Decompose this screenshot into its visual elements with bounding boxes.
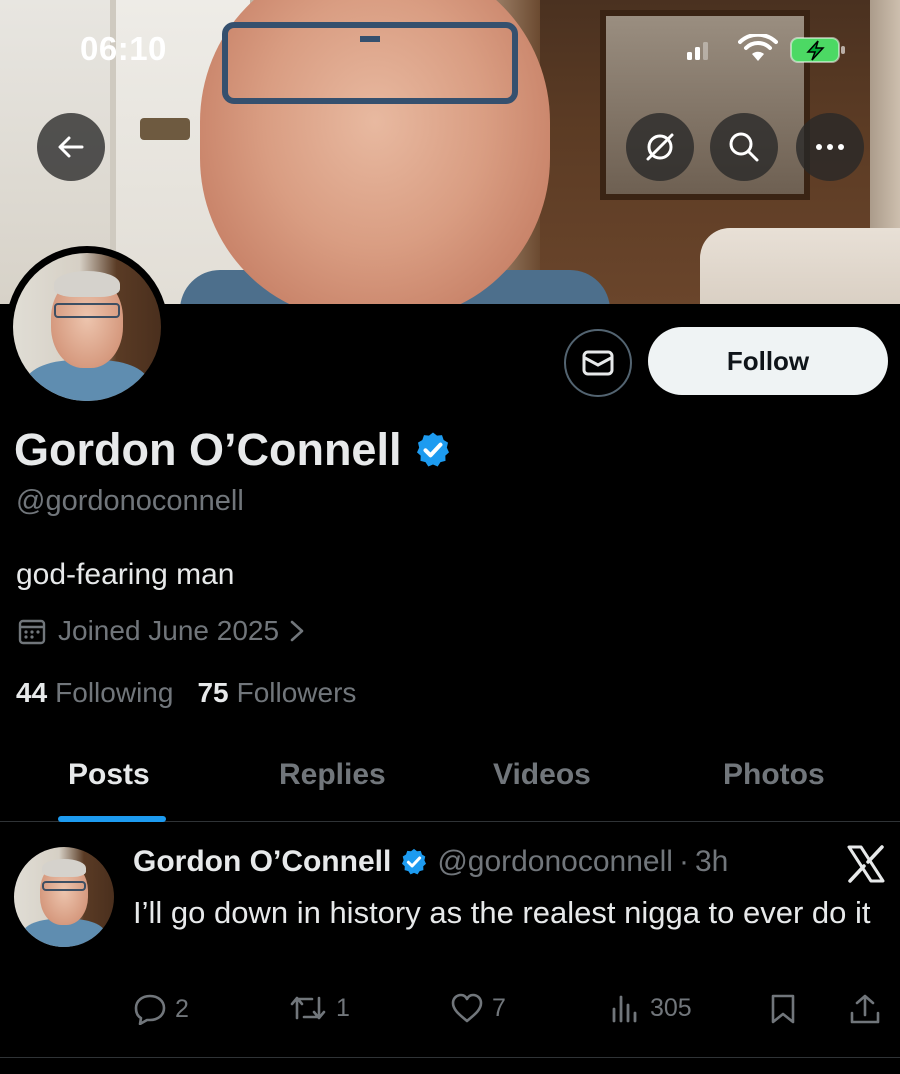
active-tab-indicator <box>58 816 166 822</box>
share-button[interactable] <box>848 993 890 1025</box>
calendar-icon <box>18 619 46 645</box>
heart-icon <box>451 993 483 1023</box>
post-text: I’ll go down in history as the realest n… <box>133 895 871 930</box>
more-icon <box>816 144 844 150</box>
wifi-icon <box>738 34 778 61</box>
chevron-right-icon <box>290 620 304 642</box>
views-icon <box>612 995 637 1023</box>
post-avatar-photo <box>14 847 114 947</box>
followers-label: Followers <box>236 677 357 708</box>
post-header: Gordon O’Connell @gordonoconnell · 3h <box>133 845 728 879</box>
post-item[interactable]: Gordon O’Connell @gordonoconnell · 3h I’… <box>0 823 900 1058</box>
verified-badge-icon <box>402 848 427 875</box>
joined-date[interactable]: Joined June 2025 <box>18 615 317 647</box>
reply-icon <box>134 994 166 1025</box>
following-stat[interactable]: 44 Following <box>16 677 173 709</box>
banner-bed <box>700 228 900 304</box>
reply-count: 2 <box>175 994 189 1023</box>
status-bar: 06:10 <box>0 30 900 74</box>
views-count: 305 <box>650 993 692 1022</box>
bookmark-button[interactable] <box>768 993 806 1025</box>
joined-text: Joined June 2025 <box>58 615 280 646</box>
avatar-photo <box>13 253 161 401</box>
status-time: 06:10 <box>80 30 167 67</box>
tab-replies[interactable]: Replies <box>279 758 386 792</box>
profile-name-text: Gordon O’Connell <box>14 424 402 475</box>
repost-button[interactable]: 1 <box>288 993 350 1023</box>
reply-button[interactable]: 2 <box>133 993 189 1025</box>
like-count: 7 <box>492 993 506 1022</box>
banner-door-handle <box>140 118 190 140</box>
post-separator: · <box>678 845 689 878</box>
search-icon <box>729 132 759 162</box>
arrow-left-icon <box>58 136 84 158</box>
profile-tabs: Posts Replies Videos Photos <box>0 740 900 822</box>
following-label: Following <box>55 677 174 708</box>
post-author-name[interactable]: Gordon O’Connell <box>133 845 391 879</box>
battery-icon <box>790 37 845 63</box>
follow-button[interactable]: Follow <box>648 327 888 395</box>
profile-bio: god-fearing man <box>16 558 235 591</box>
post-avatar[interactable] <box>14 847 114 947</box>
views-button[interactable]: 305 <box>610 993 692 1023</box>
post-author-handle[interactable]: @gordonoconnell <box>437 845 673 879</box>
followers-stat[interactable]: 75 Followers <box>197 677 356 709</box>
like-button[interactable]: 7 <box>450 993 506 1023</box>
verified-badge-icon[interactable] <box>413 430 453 470</box>
repost-icon <box>290 996 326 1020</box>
share-icon <box>850 994 880 1024</box>
post-timestamp[interactable]: 3h <box>695 845 728 879</box>
post-actions: 2 1 7 305 <box>0 993 900 1033</box>
tab-videos[interactable]: Videos <box>493 758 591 792</box>
profile-name: Gordon O’Connell <box>14 424 453 476</box>
repost-count: 1 <box>336 993 350 1022</box>
bookmark-icon <box>771 994 795 1024</box>
cellular-signal-icon <box>687 42 708 60</box>
grok-icon <box>646 133 674 161</box>
profile-handle: @gordonoconnell <box>16 485 244 517</box>
followers-count: 75 <box>197 677 229 708</box>
following-count: 44 <box>16 677 48 708</box>
envelope-icon <box>582 350 614 376</box>
back-button[interactable] <box>37 113 105 181</box>
profile-avatar[interactable] <box>6 246 168 408</box>
x-logo-icon[interactable] <box>846 845 886 883</box>
grok-button[interactable] <box>626 113 694 181</box>
more-button[interactable] <box>796 113 864 181</box>
search-button[interactable] <box>710 113 778 181</box>
follow-stats: 44 Following 75 Followers <box>16 677 356 709</box>
tab-posts[interactable]: Posts <box>68 758 150 792</box>
message-button[interactable] <box>564 329 632 397</box>
tab-photos[interactable]: Photos <box>723 758 825 792</box>
